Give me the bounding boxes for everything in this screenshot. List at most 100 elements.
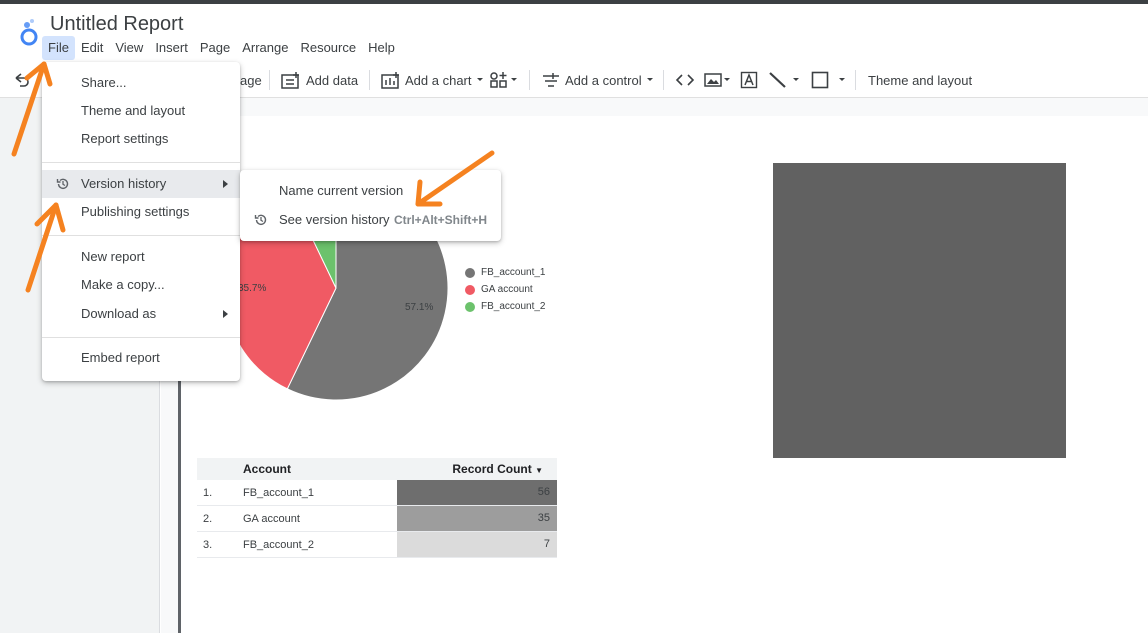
table-row[interactable]: 3. FB_account_2 7 [197,532,557,558]
menu-item-publishing-settings[interactable]: Publishing settings [42,198,240,226]
chevron-down-icon [511,78,517,81]
community-viz-icon [490,72,507,88]
menu-item-embed-report[interactable]: Embed report [42,344,240,372]
history-icon [56,178,69,190]
legend-swatch [465,301,475,312]
add-control-button[interactable]: Add a control [541,70,655,90]
account-cell: FB_account_2 [243,538,314,551]
record-count-cell: 7 [397,532,557,557]
legend-label: FB_account_2 [481,301,546,312]
menu-arrange[interactable]: Arrange [236,36,294,60]
menu-view[interactable]: View [109,36,149,60]
menu-item-version-history[interactable]: Version history [42,170,240,198]
chevron-down-icon [646,78,653,81]
add-data-icon [281,72,299,89]
add-control-icon [543,73,559,87]
menu-divider [42,235,240,236]
code-icon [675,74,695,86]
toolbar-divider [855,70,856,90]
add-data-label: Add data [306,72,359,88]
menu-resource[interactable]: Resource [294,36,362,60]
text-box-icon [740,71,758,89]
theme-layout-button[interactable]: Theme and layout [868,70,972,90]
row-index: 2. [203,512,213,525]
row-index: 3. [203,538,213,551]
menu-item-report-settings[interactable]: Report settings [42,125,240,153]
shape-button[interactable] [811,70,847,90]
chevron-down-icon [476,78,483,81]
table-header: Account Record Count ▼ [197,458,557,480]
version-history-label: Version history [81,176,167,191]
line-icon [769,72,786,88]
add-chart-label: Add a chart [405,72,472,88]
add-page-button[interactable]: age [240,70,262,90]
image-button[interactable] [704,70,732,90]
toolbar-divider [269,70,270,90]
chevron-down-icon [839,78,845,81]
record-count-cell: 56 [397,480,557,505]
menu-bar: File Edit View Insert Page Arrange Resou… [42,36,401,60]
report-title[interactable]: Untitled Report [50,13,183,36]
account-cell: FB_account_1 [243,486,314,499]
legend-swatch [465,267,475,278]
version-history-submenu: Name current version See version history… [240,170,501,241]
chart-legend: FB_account_1 GA account FB_account_2 [465,264,546,315]
legend-item: GA account [465,281,546,298]
menu-edit[interactable]: Edit [75,36,109,60]
legend-label: FB_account_1 [481,267,546,278]
table-row[interactable]: 1. FB_account_1 56 [197,480,557,506]
legend-label: GA account [481,284,533,295]
legend-swatch [465,284,475,295]
menu-divider [42,162,240,163]
download-as-label: Download as [81,306,157,321]
toolbar-divider [663,70,664,90]
submenu-arrow-icon [223,310,228,318]
menu-insert[interactable]: Insert [149,36,194,60]
submenu-item-name-current-version[interactable]: Name current version [240,177,501,205]
text-button[interactable] [740,70,758,90]
toolbar-divider [369,70,370,90]
rectangle-icon [811,71,829,89]
table-row[interactable]: 2. GA account 35 [197,506,557,532]
record-count-cell: 35 [397,506,557,531]
file-menu-dropdown: Share... Theme and layout Report setting… [42,62,240,381]
record-count-header-label: Record Count [452,462,532,476]
undo-button[interactable] [13,70,29,90]
add-page-label: age [240,72,262,88]
embed-url-button[interactable] [675,70,695,90]
see-version-history-label: See version history [279,212,390,227]
account-cell: GA account [243,512,300,525]
add-chart-icon [381,72,399,89]
menu-item-new-report[interactable]: New report [42,243,240,271]
menu-item-share[interactable]: Share... [42,69,240,97]
community-viz-button[interactable] [489,70,519,90]
submenu-item-see-version-history[interactable]: See version history Ctrl+Alt+Shift+H [240,206,501,234]
history-icon [254,214,267,226]
undo-icon [15,73,29,87]
image-icon [704,73,722,87]
top-border [0,0,1148,4]
chevron-down-icon [724,78,730,81]
menu-item-make-copy[interactable]: Make a copy... [42,271,240,299]
add-data-button[interactable]: Add data [281,70,358,90]
legend-item: FB_account_2 [465,298,546,315]
row-index: 1. [203,486,213,499]
submenu-arrow-icon [223,180,228,188]
keyboard-shortcut: Ctrl+Alt+Shift+H [394,213,488,227]
theme-layout-label: Theme and layout [868,72,973,88]
data-table[interactable]: Account Record Count ▼ 1. FB_account_1 5… [197,458,557,558]
rectangle-shape[interactable] [773,163,1066,458]
looker-studio-logo-icon[interactable] [18,18,40,48]
menu-page[interactable]: Page [194,36,236,60]
menu-item-download-as[interactable]: Download as [42,300,240,328]
line-button[interactable] [768,70,801,90]
chevron-down-icon [793,78,799,81]
add-chart-button[interactable]: Add a chart [381,70,485,90]
menu-item-theme-layout[interactable]: Theme and layout [42,97,240,125]
record-count-column-header[interactable]: Record Count ▼ [393,462,543,476]
account-column-header[interactable]: Account [243,462,393,476]
menu-divider [42,337,240,338]
menu-file[interactable]: File [42,36,75,60]
pie-slice-label: 35.7% [238,283,267,294]
menu-help[interactable]: Help [362,36,401,60]
